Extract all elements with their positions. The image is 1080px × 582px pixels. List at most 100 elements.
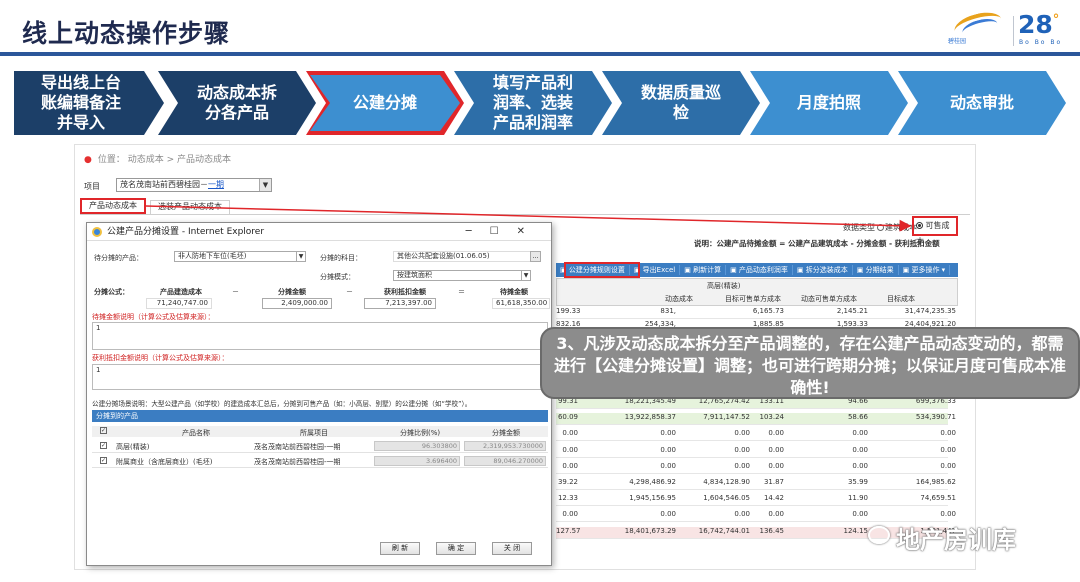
location-pin-icon: ● bbox=[84, 155, 92, 165]
table-cell: 0.00 bbox=[562, 461, 578, 470]
alloc-row-name: 高层(精装) bbox=[116, 443, 150, 451]
confirm-button[interactable]: 确 定 bbox=[436, 542, 476, 555]
toolbar-item[interactable]: ▣ 分期结果 bbox=[853, 265, 899, 275]
col-alloc-amount: 分摊金额 bbox=[278, 288, 306, 296]
table-cell: 6,165.73 bbox=[752, 307, 784, 315]
table-cell: 13,922,858.37 bbox=[624, 413, 676, 422]
table-cell: 124.15 bbox=[843, 526, 869, 535]
close-icon[interactable]: ✕ bbox=[517, 226, 543, 237]
radio-build-cost[interactable] bbox=[877, 224, 884, 231]
lookup-icon[interactable]: … bbox=[530, 251, 541, 262]
step-4-line: 产品利润率 bbox=[492, 113, 573, 132]
table-cell: 18,401,673.29 bbox=[624, 526, 676, 535]
table-cell: 0.00 bbox=[562, 510, 578, 519]
table-cell: 0.00 bbox=[562, 429, 578, 438]
refresh-button[interactable]: 刷 新 bbox=[380, 542, 420, 555]
step-2-line: 动态成本拆 bbox=[196, 83, 277, 102]
project-link[interactable]: 一期 bbox=[208, 180, 224, 189]
grid-header: 高层(精装) 动态成本 目标可售单方成本 动态可售单方成本 目标成本 bbox=[556, 278, 958, 306]
step-2-line: 分各产品 bbox=[204, 103, 269, 122]
step-5: 数据质量巡检 bbox=[602, 71, 760, 135]
alloc-row: ✓ 高层(精装) 茂名茂南站前西碧桂园-一期 96.303800 2,319,953.7… bbox=[92, 440, 548, 453]
logo-28: 28° bbox=[1018, 10, 1060, 39]
table-cell: 0.00 bbox=[940, 461, 956, 470]
table-cell: 11.90 bbox=[847, 494, 868, 503]
alloc-table-header: ✓ 产品名称 所属项目 分摊比例(%) 分摊金额 bbox=[92, 426, 548, 437]
table-cell: 39.22 bbox=[557, 478, 578, 486]
step-5-line: 检 bbox=[672, 103, 689, 122]
toolbar-item[interactable]: ▣ 更多操作 ▾ bbox=[899, 265, 951, 275]
table-cell: 0.00 bbox=[660, 445, 676, 454]
table-cell: 12.33 bbox=[557, 494, 578, 503]
op-minus-2: － bbox=[346, 288, 353, 296]
toolbar-item[interactable]: ▣ 刷新计算 bbox=[680, 265, 727, 275]
step-4-line: 润率、选装 bbox=[492, 93, 573, 112]
toolbar-item[interactable]: ▣ 产品动态利润率 bbox=[726, 265, 793, 275]
step-5-line: 数据质量巡 bbox=[640, 83, 721, 102]
project-label: 项目 bbox=[84, 182, 100, 191]
table-cell: 0.00 bbox=[768, 510, 784, 519]
table-cell: 0.00 bbox=[852, 429, 868, 438]
subject-label: 分摊的科目： bbox=[320, 254, 362, 262]
alloc-row-name: 附属商业（含底层商业）(毛坯) bbox=[116, 458, 213, 466]
grid-col-target-cost: 目标成本 bbox=[887, 295, 915, 303]
table-cell: 831, bbox=[660, 307, 676, 315]
logo-separator bbox=[1013, 16, 1014, 46]
pending-note-label: 待摊金额说明（计算公式及估算来源）： bbox=[92, 313, 215, 321]
grid-header-group: 高层(精装) bbox=[707, 282, 741, 290]
table-cell: 0.00 bbox=[768, 429, 784, 438]
alloc-amount-input[interactable]: 2,409,000.00 bbox=[262, 298, 332, 309]
maximize-icon[interactable]: ☐ bbox=[490, 226, 517, 237]
step-4: 填写产品利 润率、选装 产品利润率 bbox=[454, 71, 612, 135]
op-equals: ＝ bbox=[458, 288, 465, 296]
table-cell: 0.00 bbox=[940, 510, 956, 519]
mode-select[interactable]: 按建筑面积 ▼ bbox=[393, 270, 531, 281]
tab-product-dynamic-cost[interactable]: 产品动态成本 bbox=[80, 198, 146, 214]
col-profit-deduct: 获利抵扣金额 bbox=[384, 288, 426, 296]
step-7: 动态审批 bbox=[898, 71, 1066, 135]
alloc-row-project: 茂名茂南站前西碧桂园-一期 bbox=[254, 458, 341, 466]
header-divider bbox=[0, 52, 1080, 56]
table-cell: 2,145.21 bbox=[836, 307, 868, 315]
op-minus-1: － bbox=[232, 288, 239, 296]
alloc-row: ✓ 附属商业（含底层商业）(毛坯) 茂名茂南站前西碧桂园-一期 3.696400 89,… bbox=[92, 455, 548, 468]
tab-optional-product-cost[interactable]: 选装产品动态成本 bbox=[150, 200, 230, 214]
table-cell: 164,985.62 bbox=[915, 478, 956, 486]
formula-label: 分摊公式： bbox=[94, 288, 129, 296]
table-cell: 0.00 bbox=[660, 429, 676, 438]
table-cell: 0.00 bbox=[660, 510, 676, 519]
minimize-icon[interactable]: ─ bbox=[466, 226, 490, 237]
chevron-down-icon[interactable]: ▼ bbox=[259, 179, 271, 191]
pending-note-textarea[interactable]: 1 bbox=[92, 322, 548, 350]
table-cell: 534,390.71 bbox=[915, 413, 956, 422]
pending-amount-value: 61,618,350.00 bbox=[492, 298, 550, 309]
table-cell: 0.00 bbox=[852, 445, 868, 454]
step-1: 导出线上台 账编辑备注 并导入 bbox=[14, 71, 164, 135]
table-row: 199.33 831, 6,165.73 2,145.21 31,474,235.35 bbox=[556, 307, 956, 319]
table-cell: 31.87 bbox=[763, 478, 784, 486]
mode-label: 分摊模式： bbox=[320, 273, 355, 281]
alloc-row-amount: 89,046.270000 bbox=[464, 456, 546, 466]
table-row: 39.22 4,298,486.92 4,834,128.90 31.87 35.99 1… bbox=[556, 478, 956, 490]
slide-title: 线上动态操作步骤 bbox=[22, 19, 231, 48]
radio-sellable-cost[interactable]: 可售成本 bbox=[912, 216, 958, 246]
subject-field[interactable]: 其他公共配套设施(01.06.05) bbox=[393, 251, 538, 262]
profit-deduct-input[interactable]: 7,213,397.00 bbox=[364, 298, 436, 309]
project-select[interactable]: 茂名茂南站前西碧桂园－一期 ▼ bbox=[116, 178, 272, 192]
toolbar-highlight-box bbox=[564, 262, 640, 278]
alloc-row-project: 茂名茂南站前西碧桂园-一期 bbox=[254, 443, 341, 451]
step-7-line: 动态审批 bbox=[949, 93, 1014, 112]
alloc-row-amount: 2,319,953.730000 bbox=[464, 441, 546, 451]
table-cell: 199.33 bbox=[556, 307, 581, 315]
brand-logo-text: 碧桂园 bbox=[948, 38, 967, 45]
step-6-line: 月度拍照 bbox=[796, 93, 861, 112]
pending-product-select[interactable]: 非人防地下车位(毛坯) ▼ bbox=[174, 251, 306, 262]
table-cell: 35.99 bbox=[847, 478, 868, 486]
table-cell: 74,659.51 bbox=[920, 494, 956, 503]
close-button[interactable]: 关 闭 bbox=[492, 542, 532, 555]
profit-note-textarea[interactable]: 1 bbox=[92, 364, 548, 390]
chevron-down-icon: ▼ bbox=[296, 252, 305, 261]
table-row: 12.33 1,945,156.95 1,604,546.05 14.42 11.90 7… bbox=[556, 494, 956, 507]
toolbar-item[interactable]: ▣ 拆分选装成本 bbox=[793, 265, 853, 275]
build-cost-value: 71,240,747.00 bbox=[146, 298, 212, 309]
